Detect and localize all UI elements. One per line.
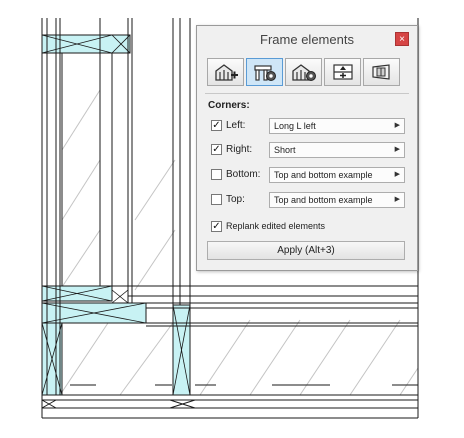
frame-split-tool-button[interactable] [324, 58, 361, 86]
replank-label: Replank edited elements [226, 221, 326, 231]
frame-gear-icon [291, 64, 316, 81]
replank-checkbox[interactable]: ✓ [211, 221, 222, 232]
frame-view-icon [371, 64, 390, 80]
bottom-label: Bottom: [226, 169, 261, 180]
frame-elements-panel: Frame elements × Corners: ✓ Left: Long L… [196, 25, 418, 271]
chevron-right-icon: ▶ [394, 146, 400, 153]
left-label: Left: [226, 120, 246, 131]
left-corner-value: Long L left [274, 121, 316, 131]
right-label: Right: [226, 144, 253, 155]
panel-toolbar [207, 58, 400, 86]
frame-settings-tool-button[interactable] [246, 58, 283, 86]
right-checkbox[interactable]: ✓ [211, 144, 222, 155]
top-corner-dropdown[interactable]: Top and bottom example ▶ [269, 192, 405, 208]
chevron-right-icon: ▶ [394, 171, 400, 178]
corners-heading: Corners: [208, 100, 250, 111]
frame-gear-tool-button[interactable] [285, 58, 322, 86]
chevron-right-icon: ▶ [394, 196, 400, 203]
panel-title: Frame elements [260, 32, 354, 47]
top-corner-value: Top and bottom example [274, 195, 373, 205]
bottom-checkbox[interactable] [211, 169, 222, 180]
frame-add-tool-button[interactable] [207, 58, 244, 86]
frame-settings-icon [253, 65, 276, 81]
frame-view-tool-button[interactable] [363, 58, 400, 86]
bottom-corner-dropdown[interactable]: Top and bottom example ▶ [269, 167, 405, 183]
left-checkbox[interactable]: ✓ [211, 120, 222, 131]
panel-divider [205, 93, 409, 94]
left-corner-dropdown[interactable]: Long L left ▶ [269, 118, 405, 134]
chevron-right-icon: ▶ [394, 122, 400, 129]
bottom-corner-value: Top and bottom example [274, 170, 373, 180]
top-label: Top: [226, 194, 245, 205]
close-button[interactable]: × [395, 32, 409, 46]
apply-button[interactable]: Apply (Alt+3) [207, 241, 405, 260]
cross-marks [41, 34, 191, 396]
frame-split-icon [332, 64, 353, 80]
cyan-members [41, 34, 191, 396]
frame-add-icon [214, 64, 238, 81]
right-corner-value: Short [274, 145, 296, 155]
top-checkbox[interactable] [211, 194, 222, 205]
right-corner-dropdown[interactable]: Short ▶ [269, 142, 405, 158]
